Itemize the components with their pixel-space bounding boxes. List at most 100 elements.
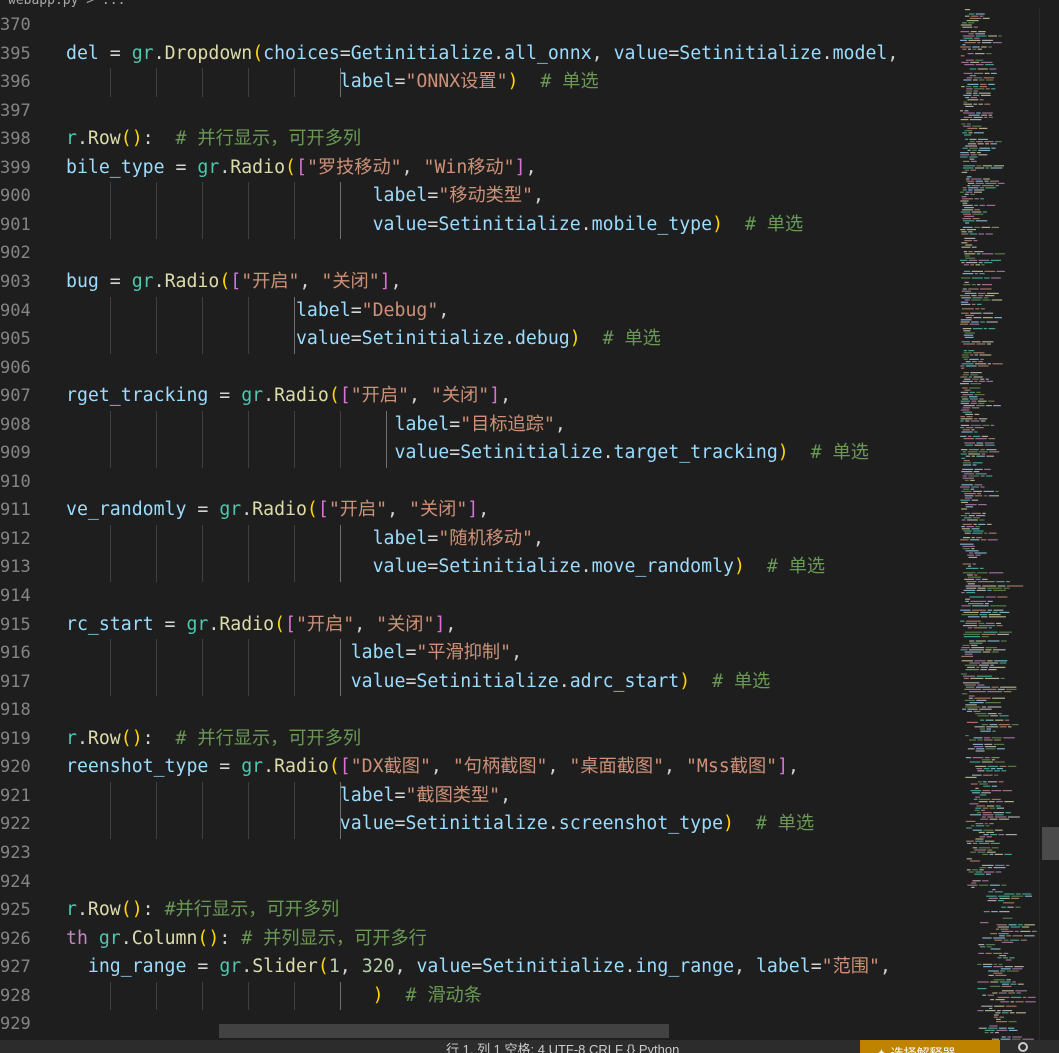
breadcrumb[interactable]: webapp.py > ...: [0, 0, 950, 9]
minimap-line: [965, 631, 982, 633]
minimap-line: [961, 528, 970, 530]
code-line[interactable]: 928 ) # 滑动条: [0, 981, 950, 1011]
minimap-line: [967, 123, 971, 125]
code-line[interactable]: 903 bug = gr.Radio(["开启", "关闭"],: [0, 268, 950, 297]
minimap-line: [1008, 1029, 1018, 1031]
minimap-line: [974, 273, 978, 275]
select-interpreter-button[interactable]: ✦ 选择解释器: [860, 1040, 1000, 1053]
code-editor[interactable]: 370 395 del = gr.Dropdown(choices=Getiniti…: [0, 9, 950, 1040]
minimap-line: [972, 297, 983, 299]
code-line[interactable]: 370: [0, 11, 950, 40]
code-line[interactable]: 921 label="截图类型",: [0, 781, 950, 811]
code-line[interactable]: 912 label="随机移动",: [0, 524, 950, 554]
minimap-line: [1003, 691, 1012, 693]
minimap-line: [1001, 906, 1006, 908]
minimap-line: [965, 420, 970, 422]
code-line[interactable]: 906: [0, 354, 950, 383]
minimap-line: [971, 407, 980, 409]
minimap-line: [962, 356, 969, 358]
code-line[interactable]: 917 value=Setinitialize.adrc_start) # 单选: [0, 667, 950, 697]
line-number: 923: [0, 842, 31, 863]
code-line[interactable]: 909 value=Setinitialize.target_tracking)…: [0, 439, 950, 468]
code-token: mobile_type: [591, 213, 713, 235]
code-line[interactable]: 925 r.Row(): #并行显示，可开多列: [0, 896, 950, 925]
minimap-line: [1001, 1012, 1009, 1014]
minimap-line: [994, 1005, 1005, 1007]
minimap-line: [964, 110, 969, 112]
code-token: Getinitialize: [350, 42, 494, 64]
code-line[interactable]: 901 value=Setinitialize.mobile_type) # 单…: [0, 210, 950, 240]
minimap-line: [983, 785, 991, 787]
code-line[interactable]: 927 ing_range = gr.Slider(1, 320, value=…: [0, 953, 950, 982]
minimap-line: [976, 442, 984, 444]
notification-bell-icon[interactable]: [1018, 1042, 1028, 1052]
minimap[interactable]: [956, 9, 1039, 1040]
vertical-scrollbar-thumb[interactable]: [1042, 827, 1059, 860]
code-line[interactable]: 919 r.Row(): # 并行显示，可开多列: [0, 725, 950, 754]
minimap-line: [981, 114, 987, 116]
code-line[interactable]: 920 reenshot_type = gr.Radio(["DX截图", "句柄…: [0, 753, 950, 782]
code-line[interactable]: 918: [0, 696, 950, 725]
code-line[interactable]: 913 value=Setinitialize.move_randomly) #…: [0, 553, 950, 582]
minimap-line: [963, 167, 974, 169]
code-token: =: [449, 442, 461, 464]
status-cursor-position[interactable]: 行 1, 列 1 空格: 4 UTF-8 CRLF {} Python: [446, 1043, 679, 1053]
code-line[interactable]: 926 th gr.Column(): # 并列显示，可开多行: [0, 925, 950, 954]
minimap-line: [965, 105, 974, 107]
minimap-line: [988, 328, 996, 330]
code-line[interactable]: 904 label="Debug",: [0, 296, 950, 326]
code-line[interactable]: 399 bile_type = gr.Radio(["罗技移动", "Win移动"…: [0, 154, 950, 183]
minimap-line: [966, 858, 972, 860]
code-line[interactable]: 905 value=Setinitialize.debug) # 单选: [0, 325, 950, 354]
code-token: Setinitialize: [438, 556, 581, 578]
minimap-line: [975, 640, 986, 642]
code-token: ,: [387, 499, 410, 521]
minimap-line: [981, 1005, 993, 1007]
code-line[interactable]: 902: [0, 239, 950, 268]
vertical-scrollbar[interactable]: [1039, 9, 1059, 1040]
code-line[interactable]: 923: [0, 839, 950, 868]
code-line[interactable]: 915 rc_start = gr.Radio(["开启", "关闭"],: [0, 611, 950, 640]
code-token: .: [580, 213, 592, 235]
status-bar: 行 1, 列 1 空格: 4 UTF-8 CRLF {} Python ✦ 选择…: [0, 1040, 1059, 1053]
minimap-line: [1032, 930, 1037, 932]
code-line[interactable]: 398 r.Row(): # 并行显示，可开多列: [0, 125, 950, 154]
code-line[interactable]: 908 label="目标追踪",: [0, 410, 950, 440]
code-line[interactable]: 911 ve_randomly = gr.Radio(["开启", "关闭"],: [0, 496, 950, 525]
code-line[interactable]: 924: [0, 868, 950, 897]
minimap-line: [975, 182, 984, 184]
minimap-line: [990, 1032, 994, 1034]
code-line[interactable]: 907 rget_tracking = gr.Radio(["开启", "关闭"]…: [0, 382, 950, 411]
minimap-line: [999, 662, 1007, 664]
code-text: r.Row(): #并行显示，可开多列: [66, 896, 339, 925]
code-token: (: [306, 499, 318, 521]
code-line[interactable]: 397: [0, 97, 950, 126]
minimap-line: [1012, 935, 1023, 937]
code-line[interactable]: 916 label="平滑抑制",: [0, 639, 950, 668]
minimap-line: [973, 26, 978, 28]
code-line[interactable]: 900 label="移动类型",: [0, 182, 950, 211]
minimap-line: [986, 455, 994, 457]
minimap-line: [960, 31, 970, 33]
horizontal-scrollbar[interactable]: [0, 1022, 950, 1040]
code-line[interactable]: 914: [0, 582, 950, 611]
minimap-line: [1003, 939, 1009, 941]
code-line[interactable]: 910: [0, 468, 950, 497]
code-token: =: [350, 328, 362, 350]
minimap-line: [1012, 1036, 1022, 1038]
minimap-line: [980, 922, 989, 924]
minimap-line: [1006, 864, 1010, 866]
minimap-line: [995, 864, 1005, 866]
minimap-line: [970, 420, 980, 422]
code-line[interactable]: 922 value=Setinitialize.screenshot_type)…: [0, 810, 950, 839]
code-token: ): [733, 556, 745, 578]
minimap-line: [963, 460, 970, 462]
code-token: =: [810, 956, 822, 978]
code-line[interactable]: 396 label="ONNX设置") # 单选: [0, 68, 950, 97]
horizontal-scrollbar-thumb[interactable]: [219, 1024, 669, 1038]
minimap-line: [980, 669, 987, 671]
code-line[interactable]: 395 del = gr.Dropdown(choices=Getinitiali…: [0, 40, 950, 69]
minimap-line: [972, 48, 977, 50]
minimap-line: [979, 99, 984, 101]
